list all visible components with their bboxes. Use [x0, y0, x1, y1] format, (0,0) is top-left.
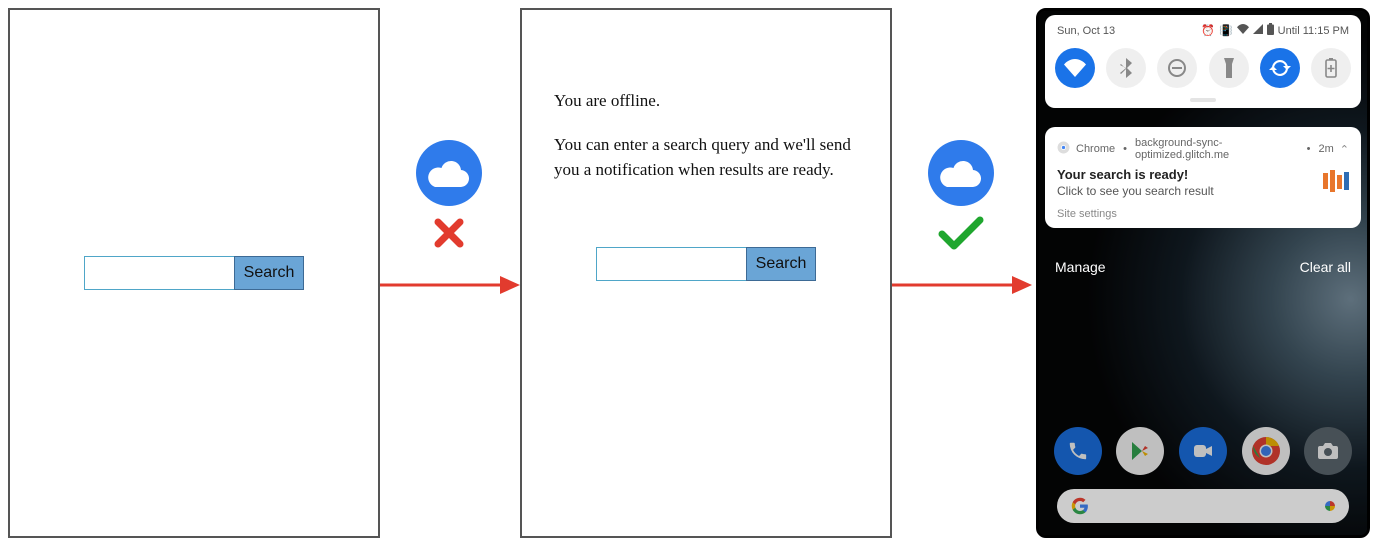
search-form: Search	[84, 256, 304, 290]
offline-message: You are offline. You can enter a search …	[554, 88, 858, 183]
notification-site-settings[interactable]: Site settings	[1057, 208, 1349, 220]
battery-icon	[1267, 23, 1274, 38]
flow-connector-2	[892, 8, 1032, 538]
shade-clear-all[interactable]: Clear all	[1300, 259, 1351, 275]
phone-screen: Sun, Oct 13 ⏰ 📳 Until 11:15 PM	[1036, 8, 1370, 538]
toggle-bluetooth[interactable]	[1106, 48, 1146, 88]
dock-camera-icon[interactable]	[1304, 427, 1352, 475]
quick-settings-panel: Sun, Oct 13 ⏰ 📳 Until 11:15 PM	[1045, 15, 1361, 108]
notification-title: Your search is ready!	[1057, 167, 1214, 182]
alarm-icon: ⏰	[1201, 24, 1215, 37]
notification-card[interactable]: Chrome • background-sync-optimized.glitc…	[1045, 127, 1361, 228]
search-button[interactable]: Search	[746, 247, 816, 281]
toggle-battery-saver[interactable]	[1311, 48, 1351, 88]
offline-heading: You are offline.	[554, 88, 858, 114]
toggle-flashlight[interactable]	[1209, 48, 1249, 88]
cross-icon	[432, 216, 466, 255]
google-g-icon	[1071, 497, 1089, 515]
search-input[interactable]	[84, 256, 234, 290]
signal-icon	[1253, 24, 1263, 37]
browser-frame-initial: Search	[8, 8, 380, 538]
browser-frame-offline: You are offline. You can enter a search …	[520, 8, 892, 538]
notification-subtitle: Click to see you search result	[1057, 184, 1214, 198]
notification-age: 2m	[1319, 143, 1334, 155]
status-date: Sun, Oct 13	[1057, 25, 1115, 37]
search-form: Search	[596, 247, 816, 281]
search-input[interactable]	[596, 247, 746, 281]
dock-phone-icon[interactable]	[1054, 427, 1102, 475]
site-icon	[1323, 170, 1349, 195]
search-button[interactable]: Search	[234, 256, 304, 290]
arrow-icon	[380, 270, 520, 300]
notification-origin: background-sync-optimized.glitch.me	[1135, 137, 1299, 161]
dock-play-store-icon[interactable]	[1116, 427, 1164, 475]
shade-manage[interactable]: Manage	[1055, 259, 1106, 275]
assistant-icon[interactable]	[1325, 501, 1335, 511]
toggle-autorotate[interactable]	[1260, 48, 1300, 88]
chevron-up-icon[interactable]: ⌃	[1340, 143, 1349, 156]
dock	[1039, 427, 1367, 475]
offline-body: You can enter a search query and we'll s…	[554, 132, 858, 183]
drag-handle-icon[interactable]	[1190, 98, 1216, 102]
quick-toggles	[1045, 44, 1361, 98]
status-until: Until 11:15 PM	[1278, 25, 1349, 37]
toggle-wifi[interactable]	[1055, 48, 1095, 88]
search-pill[interactable]	[1057, 489, 1349, 523]
shade-actions: Manage Clear all	[1055, 259, 1351, 275]
dock-chrome-icon[interactable]	[1242, 427, 1290, 475]
flow-connector-1	[380, 8, 520, 538]
check-icon	[938, 216, 984, 255]
status-bar: Sun, Oct 13 ⏰ 📳 Until 11:15 PM	[1045, 15, 1361, 44]
toggle-dnd[interactable]	[1157, 48, 1197, 88]
vibrate-icon: 📳	[1219, 24, 1233, 37]
wifi-icon	[1237, 24, 1249, 37]
cloud-icon	[416, 140, 482, 206]
cloud-icon	[928, 140, 994, 206]
notification-app: Chrome	[1076, 143, 1115, 155]
dock-duo-icon[interactable]	[1179, 427, 1227, 475]
chrome-icon	[1057, 141, 1070, 157]
arrow-icon	[892, 270, 1032, 300]
